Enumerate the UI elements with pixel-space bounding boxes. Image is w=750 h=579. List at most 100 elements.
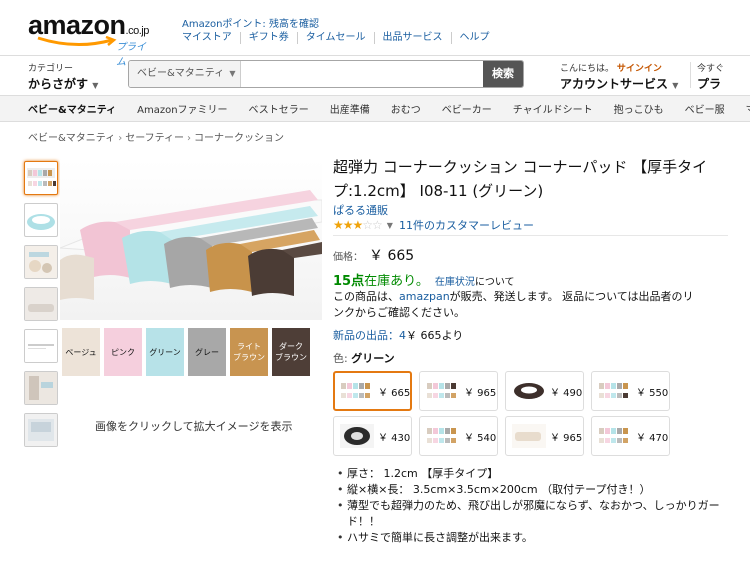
time-sale-link[interactable]: タイムセール [296,32,374,44]
my-store-link[interactable]: マイストア [182,32,240,44]
variant-option[interactable]: ￥ 550 [591,371,670,411]
prime-menu-line2: プラ [697,77,722,91]
swatch-grey[interactable]: グレー [188,328,226,376]
color-selection: 色: グリーン [333,350,395,366]
variant-price: ￥ 550 [636,387,669,399]
main-product-image[interactable] [60,160,322,320]
variant-option[interactable]: ￥ 965 [505,416,584,456]
thumbnail-4[interactable] [24,287,58,321]
breadcrumb-item[interactable]: セーフティー [125,133,184,144]
help-link[interactable]: ヘルプ [450,32,498,44]
variant-image [427,428,456,443]
swatch-pink[interactable]: ピンク [104,328,142,376]
breadcrumb-item[interactable]: コーナークッション [194,133,284,144]
product-thumbnail-image [27,168,56,186]
stock-row: 15点 在庫あり。 在庫状況 について [333,270,515,289]
breadcrumb-item[interactable]: ベビー&マタニティ [28,133,115,144]
price-label: 価格： [333,252,363,263]
stock-link-suffix: について [474,277,515,288]
nav-item-baby-maternity[interactable]: ベビー&マタニティ [28,101,116,116]
nav-item-strollers[interactable]: ベビーカー [442,101,492,116]
search-scope-dropdown[interactable]: ベビー&マタニティ ▼ [129,61,241,87]
search-input[interactable] [241,61,483,87]
thumbnail-2[interactable] [24,203,58,237]
thumbnail-6[interactable] [24,371,58,405]
new-offers-price: ￥ 665より [406,329,464,342]
prime-menu-line1: 今すぐ [697,64,725,74]
new-offers[interactable]: 新品の出品：4￥ 665より [333,327,463,343]
stock-count: 15点 [333,274,365,289]
header-divider [0,55,750,56]
nav-item-baby-clothes[interactable]: ベビー服 [685,101,725,116]
thumbnail-1[interactable] [24,161,58,195]
seller-info: この商品は、amazpanが販売、発送します。 返品については出品者のリンクから… [333,289,703,321]
caret-down-icon: ▼ [229,69,236,78]
swatch-beige[interactable]: ベージュ [62,328,100,376]
amazon-logo[interactable]: amazon.co.jp プライム [28,10,149,68]
nav-item-birth-prep[interactable]: 出産準備 [330,101,370,116]
brand-link[interactable]: ぱるる通販 [333,202,388,218]
caret-down-icon: ▼ [672,81,679,90]
thumbnail-3[interactable] [24,245,58,279]
points-balance-link[interactable]: Amazonポイント: 残高を確認 [182,15,319,30]
nav-item-car-seats[interactable]: チャイルドシート [513,101,593,116]
swatch-green[interactable]: グリーン [146,328,184,376]
star-icon: ★★★ [333,218,363,232]
variant-option[interactable]: ￥ 965 [419,371,498,411]
star-rating-icon[interactable]: ★★★☆☆ [333,218,383,232]
nav-item-bestsellers[interactable]: ベストセラー [249,101,309,116]
product-thumbnail-image [27,214,55,230]
product-thumbnail-image [25,288,57,320]
thumbnail-5[interactable] [24,329,58,363]
stock-status: 在庫あり。 [364,274,429,289]
zoom-hint: 画像をクリックして拡大イメージを表示 [95,420,293,433]
variant-price: ￥ 470 [636,432,669,444]
account-menu[interactable]: こんにちは。 サインイン アカウントサービス ▼ [560,61,690,92]
signin-link[interactable]: サインイン [617,64,662,74]
variant-price: ￥ 430 [378,432,411,444]
reviews-link[interactable]: 11件のカスタマーレビュー [399,217,534,233]
variant-option[interactable]: ￥ 430 [333,416,412,456]
variant-option[interactable]: ￥ 665 [333,371,412,411]
category-nav: ベビー&マタニティ Amazonファミリー ベストセラー 出産準備 おむつ ベビ… [0,95,750,122]
variant-option[interactable]: ￥ 490 [505,371,584,411]
caret-down-icon[interactable]: ▼ [387,221,393,230]
search-bar: ベビー&マタニティ ▼ 検索 [128,60,524,88]
product-thumbnail-image [25,372,57,404]
price-value: ￥ 665 [369,248,415,264]
swatch-light-brown[interactable]: ライト ブラウン [230,328,268,376]
swatch-dark-brown[interactable]: ダーク ブラウン [272,328,310,376]
header-vertical-divider [690,62,691,88]
breadcrumb-separator: › [118,133,123,144]
variant-price: ￥ 540 [464,432,497,444]
product-thumbnail-image [25,246,57,278]
top-links: マイストア ギフト券 タイムセール 出品サービス ヘルプ [182,32,498,44]
stock-status-link[interactable]: 在庫状況 [435,273,475,288]
variant-option[interactable]: ￥ 470 [591,416,670,456]
variant-image [514,383,544,399]
category-menu[interactable]: カテゴリー からさがす ▼ [28,61,108,92]
category-value: からさがす [28,77,89,91]
category-label: カテゴリー [28,64,74,74]
seller-services-link[interactable]: 出品サービス [373,32,451,44]
variant-option[interactable]: ￥ 540 [419,416,498,456]
variant-image [599,383,628,398]
gift-card-link[interactable]: ギフト券 [239,32,297,44]
search-button[interactable]: 検索 [483,61,523,87]
prime-menu[interactable]: 今すぐ プラ [697,61,750,92]
new-offers-link[interactable]: 新品の出品：4 [333,329,406,342]
nav-item-maternity[interactable]: マタ [746,101,750,116]
nav-item-diapers[interactable]: おむつ [391,101,421,116]
nav-item-amazon-family[interactable]: Amazonファミリー [137,101,227,116]
divider [333,235,728,236]
thumbnail-7[interactable] [24,413,58,447]
breadcrumb: ベビー&マタニティ › セーフティー › コーナークッション [28,129,284,144]
rating-row: ★★★☆☆ ▼ 11件のカスタマーレビュー [333,217,534,233]
account-services-label: アカウントサービス [560,77,669,91]
nav-item-baby-carriers[interactable]: 抱っこひも [614,101,664,116]
variant-price: ￥ 965 [550,432,583,444]
seller-link[interactable]: amazpan [399,290,450,303]
caret-down-icon: ▼ [92,81,99,90]
product-thumbnail-image [25,330,57,362]
product-title: 超弾力 コーナークッション コーナーパッド 【厚手タイプ:1.2cm】 I08-… [333,158,708,200]
